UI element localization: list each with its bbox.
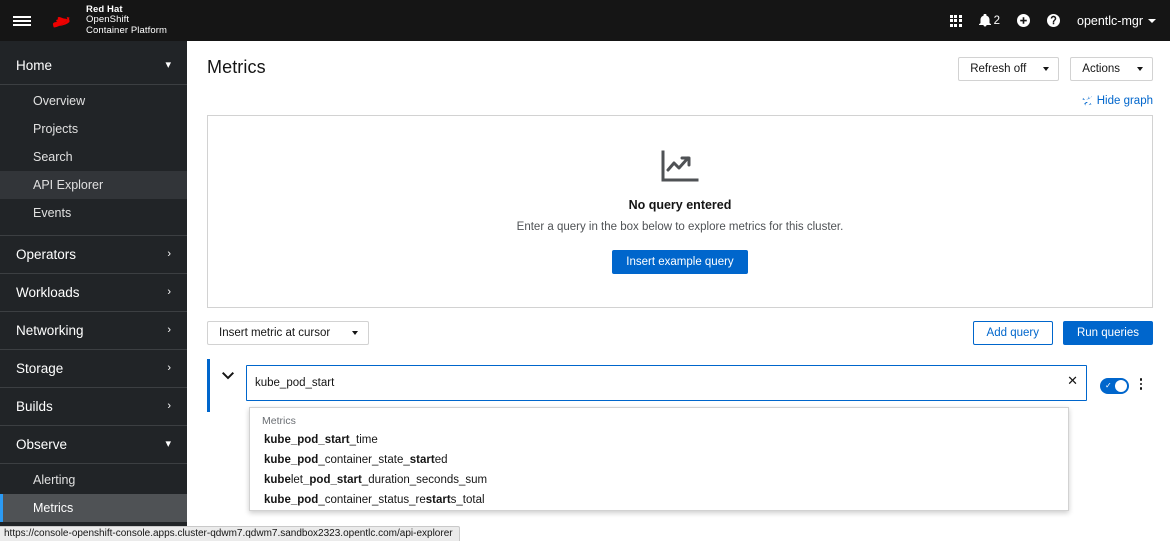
console-page: Red Hat OpenShift Container Platform 2 o… — [0, 0, 1170, 541]
insert-metric-at-cursor-dropdown[interactable]: Insert metric at cursor — [207, 321, 370, 345]
query-expand-toggle[interactable] — [210, 365, 246, 380]
metric-autocomplete-dropdown: Metrics kube_pod_start_time kube_pod_con… — [249, 407, 1069, 511]
chevron-right-icon: › — [167, 362, 171, 374]
sidebar-section-label: Workloads — [16, 285, 80, 300]
main-content: Metrics Refresh off Actions Hide graph N… — [187, 41, 1170, 541]
sidebar-section-workloads[interactable]: Workloads › — [0, 274, 187, 312]
hide-graph-label: Hide graph — [1096, 95, 1153, 107]
query-input[interactable] — [246, 365, 1087, 401]
sidebar-item-label: Events — [33, 206, 72, 220]
refresh-interval-label: Refresh off — [970, 63, 1027, 75]
actions-label: Actions — [1082, 63, 1120, 75]
actions-dropdown[interactable]: Actions — [1070, 57, 1153, 81]
notification-count: 2 — [993, 14, 1000, 27]
autocomplete-option[interactable]: kube_pod_start_time — [250, 430, 1068, 450]
sidebar-subitems-home: Overview Projects Search API Explorer Ev… — [0, 85, 187, 236]
chevron-down-icon — [222, 372, 234, 380]
sidebar-section-label: Observe — [16, 437, 68, 452]
sidebar-navigation: Home ▾ Overview Projects Search API Expl… — [0, 41, 187, 541]
bell-icon — [978, 14, 991, 27]
insert-metric-label: Insert metric at cursor — [219, 327, 331, 339]
sidebar-section-label: Home — [16, 58, 53, 73]
hamburger-icon[interactable] — [0, 0, 44, 41]
add-query-button[interactable]: Add query — [972, 321, 1053, 345]
user-name: opentlc-mgr — [1077, 13, 1143, 28]
toggle-knob — [1115, 380, 1127, 392]
query-kebab-menu[interactable] — [1129, 373, 1153, 395]
sidebar-item-label: Search — [33, 150, 73, 164]
refresh-interval-dropdown[interactable]: Refresh off — [958, 57, 1060, 81]
brand-text: Red Hat OpenShift Container Platform — [86, 4, 168, 37]
brand-logo[interactable]: Red Hat OpenShift Container Platform — [44, 4, 168, 37]
insert-example-query-button[interactable]: Insert example query — [612, 249, 748, 274]
chevron-down-icon: ▾ — [165, 438, 171, 450]
brand-line-3: Container Platform — [86, 24, 168, 36]
sidebar-section-label: Builds — [16, 399, 53, 414]
sidebar-item-projects[interactable]: Projects — [0, 115, 187, 143]
query-toolbar: Insert metric at cursor Add query Run qu… — [187, 308, 1170, 345]
chevron-down-icon: ▾ — [165, 59, 171, 71]
status-bar-url: https://console-openshift-console.apps.c… — [0, 526, 460, 541]
user-menu[interactable]: opentlc-mgr — [1077, 14, 1156, 28]
masthead: Red Hat OpenShift Container Platform 2 o… — [0, 0, 1170, 41]
chevron-down-icon — [1043, 67, 1050, 71]
page-body: Home ▾ Overview Projects Search API Expl… — [0, 41, 1170, 541]
query-input-wrap: ✕ — [246, 365, 1087, 406]
chevron-right-icon: › — [167, 324, 171, 336]
sidebar-item-label: Projects — [33, 122, 79, 136]
page-header-actions: Refresh off Actions — [958, 57, 1153, 81]
graph-panel: No query entered Enter a query in the bo… — [207, 115, 1153, 308]
sidebar-item-events[interactable]: Events — [0, 199, 187, 227]
sidebar-section-label: Storage — [16, 361, 64, 376]
autocomplete-option[interactable]: kube_pod_container_state_started — [250, 450, 1068, 470]
red-hat-hat-icon — [48, 11, 78, 31]
autocomplete-option[interactable]: kube_pod_container_status_restarts_total — [250, 490, 1068, 510]
sidebar-item-label: Alerting — [33, 473, 76, 487]
chevron-right-icon: › — [167, 248, 171, 260]
sidebar-item-label: Metrics — [33, 501, 74, 515]
grid-apps-icon[interactable] — [949, 14, 962, 27]
sidebar-item-search[interactable]: Search — [0, 143, 187, 171]
sidebar-section-storage[interactable]: Storage › — [0, 350, 187, 388]
plus-circle-icon[interactable] — [1017, 14, 1030, 27]
masthead-actions: 2 opentlc-mgr — [949, 14, 1170, 28]
clear-query-icon[interactable]: ✕ — [1067, 374, 1078, 387]
chart-line-icon — [517, 150, 844, 184]
query-row: ✕ ✓ Metrics kube_pod_start_time kube_pod… — [207, 359, 1153, 511]
notification-bell-button[interactable]: 2 — [978, 14, 1000, 27]
empty-state-subtitle: Enter a query in the box below to explor… — [516, 220, 844, 233]
hide-graph-row: Hide graph — [187, 81, 1170, 107]
sidebar-section-operators[interactable]: Operators › — [0, 236, 187, 274]
empty-state-title: No query entered — [628, 197, 732, 212]
sidebar-item-api-explorer[interactable]: API Explorer — [0, 171, 187, 199]
help-icon[interactable] — [1047, 14, 1060, 27]
chevron-right-icon: › — [167, 286, 171, 298]
sidebar-item-alerting[interactable]: Alerting — [0, 466, 187, 494]
empty-state: No query entered Enter a query in the bo… — [516, 150, 844, 274]
chevron-down-icon — [1137, 67, 1143, 71]
page-header: Metrics Refresh off Actions — [187, 41, 1170, 81]
sidebar-section-networking[interactable]: Networking › — [0, 312, 187, 350]
sidebar-section-home[interactable]: Home ▾ — [0, 47, 187, 85]
hide-graph-button[interactable]: Hide graph — [1081, 95, 1153, 107]
chevron-down-icon — [1148, 18, 1156, 23]
sidebar-item-label: Overview — [33, 94, 86, 108]
check-icon: ✓ — [1105, 381, 1112, 390]
autocomplete-option[interactable]: kubelet_pod_start_duration_seconds_sum — [250, 470, 1068, 490]
compress-arrows-icon — [1081, 96, 1092, 106]
sidebar-section-builds[interactable]: Builds › — [0, 388, 187, 426]
run-queries-button[interactable]: Run queries — [1062, 321, 1153, 345]
chevron-down-icon — [352, 331, 359, 335]
sidebar-section-label: Operators — [16, 247, 77, 262]
sidebar-item-metrics[interactable]: Metrics — [0, 494, 187, 522]
sidebar-section-observe[interactable]: Observe ▾ — [0, 426, 187, 464]
sidebar-section-label: Networking — [16, 323, 84, 338]
chevron-right-icon: › — [167, 400, 171, 412]
autocomplete-group-label: Metrics — [262, 415, 296, 427]
sidebar-item-label: API Explorer — [33, 178, 104, 192]
sidebar-item-overview[interactable]: Overview — [0, 87, 187, 115]
page-title: Metrics — [207, 57, 266, 77]
query-toolbar-actions: Add query Run queries — [972, 321, 1153, 345]
enable-query-toggle[interactable]: ✓ — [1100, 378, 1129, 394]
